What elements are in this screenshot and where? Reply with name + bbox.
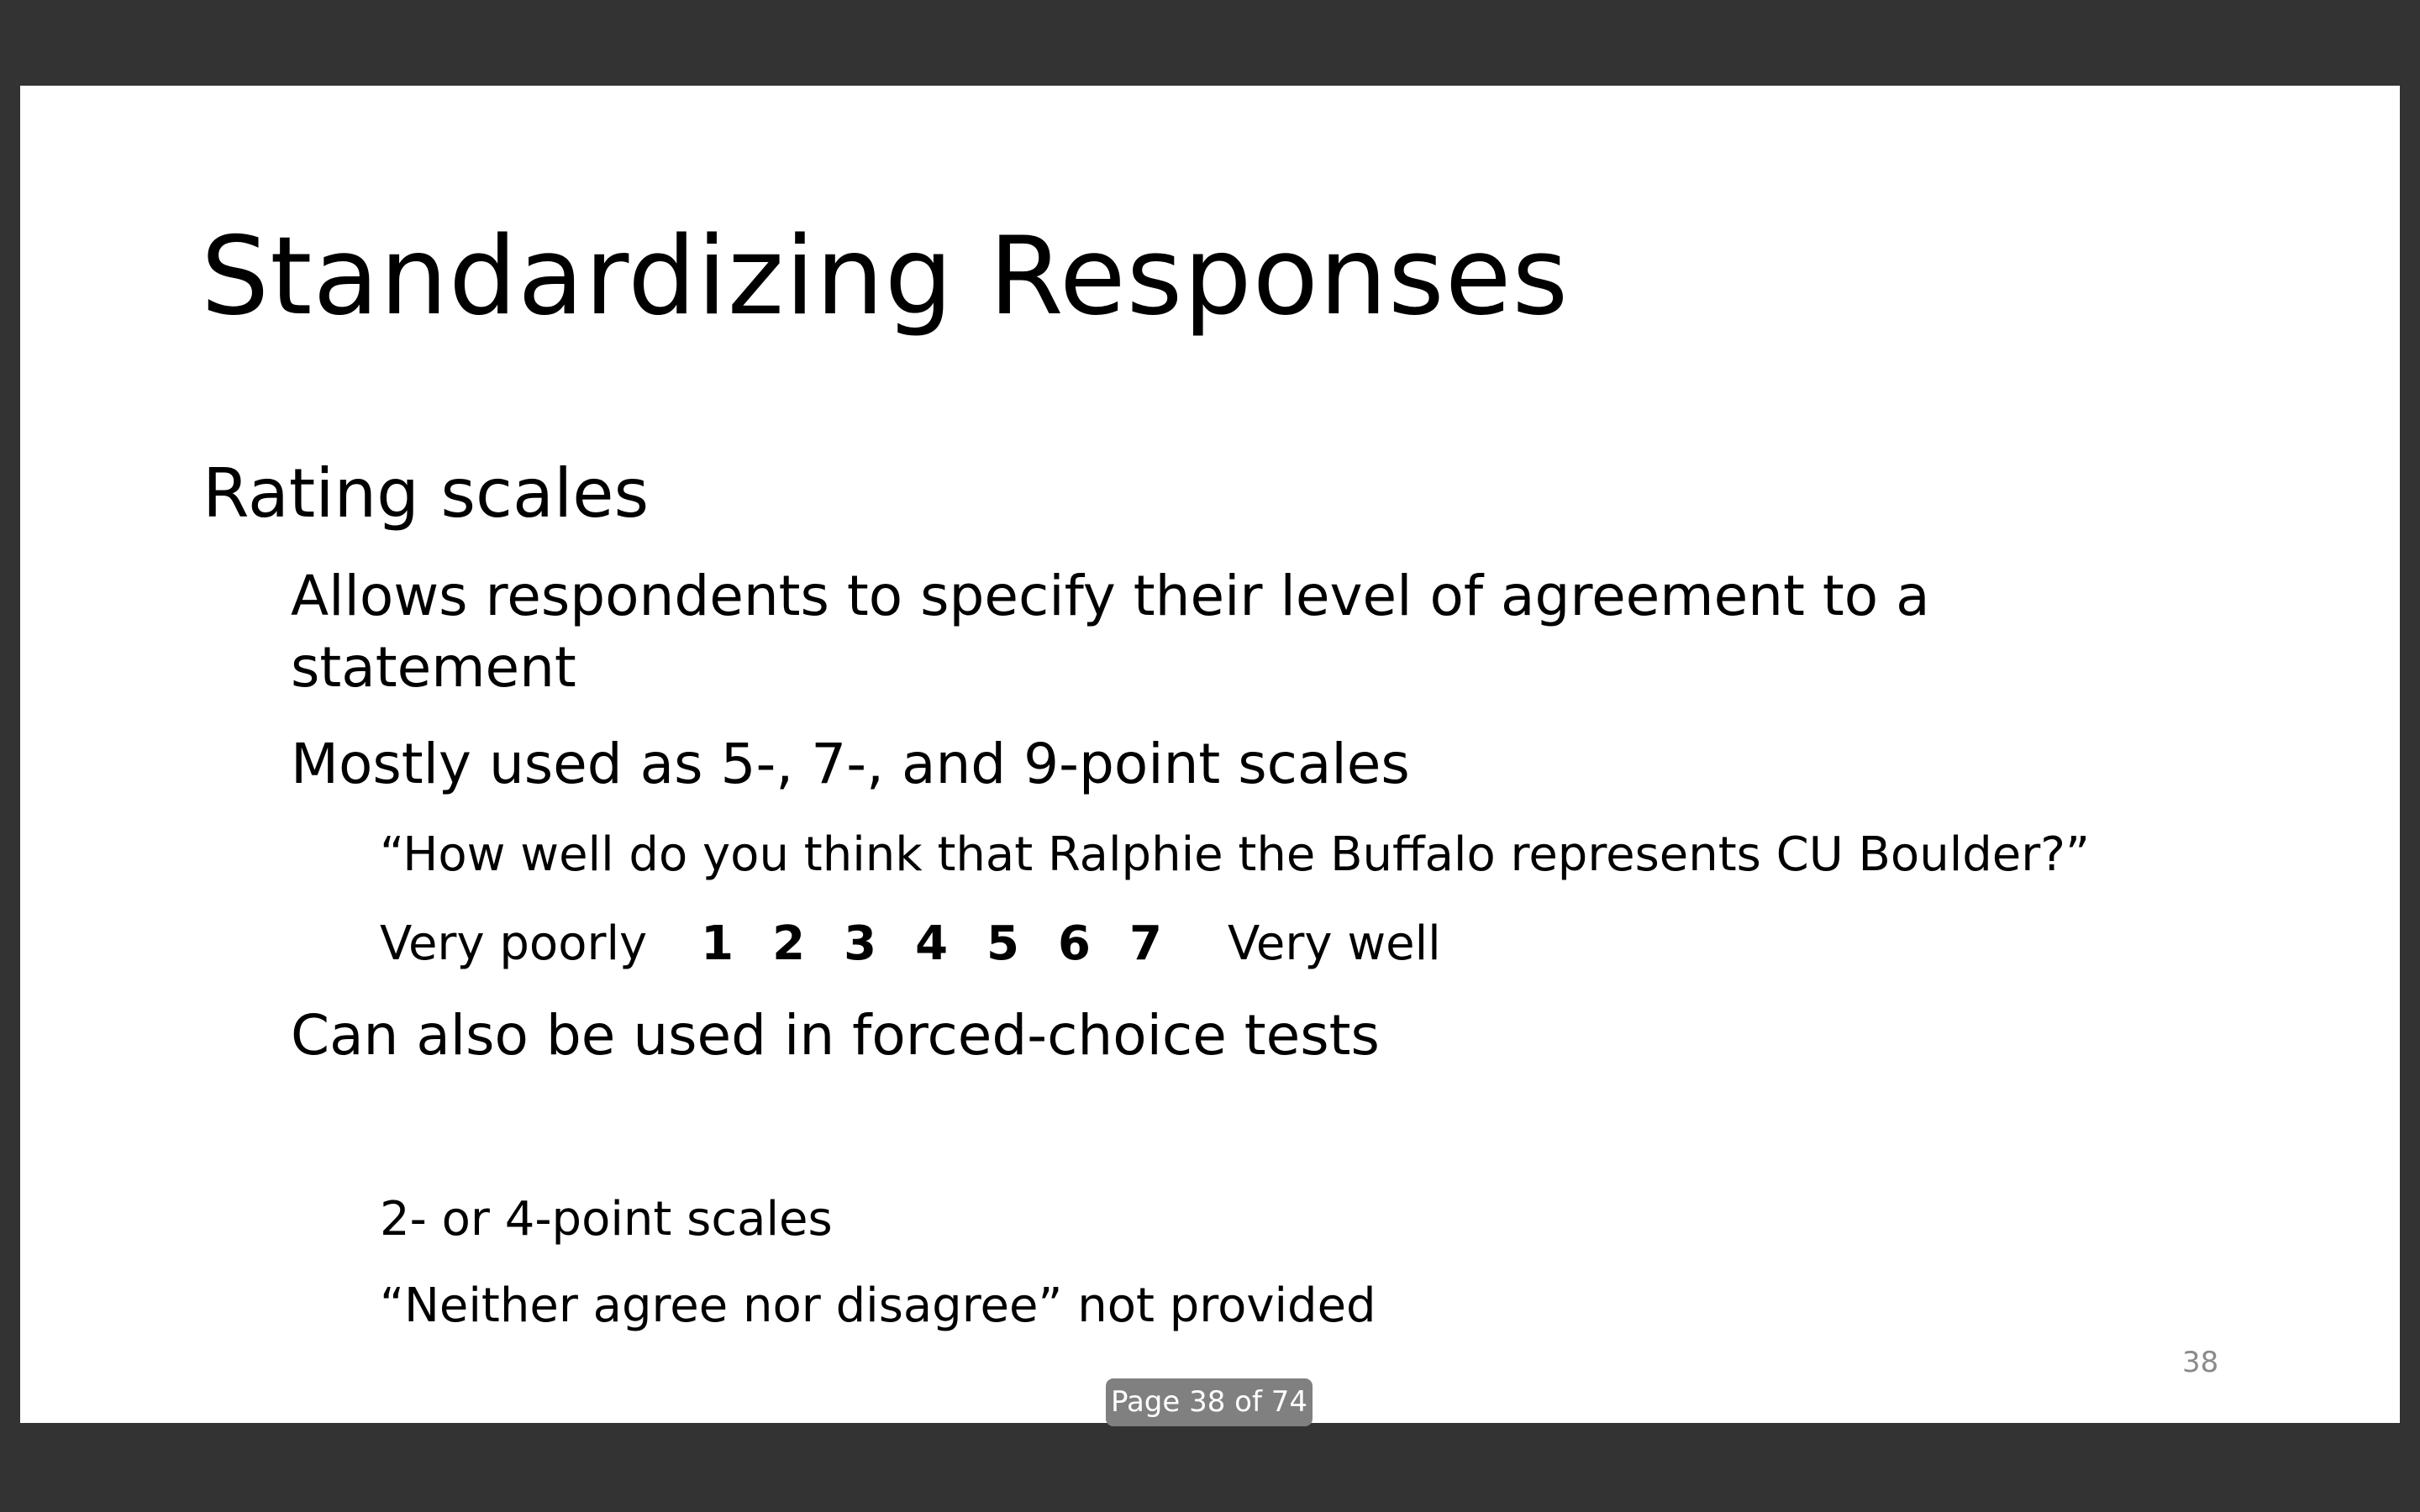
scale-point: 2 xyxy=(772,916,806,971)
slide-number: 38 xyxy=(2182,1346,2219,1379)
bullet-agreement-line2: statement xyxy=(291,635,576,700)
bullet-forced-choice: Can also be used in forced-choice tests xyxy=(291,1003,1380,1068)
scale-point: 5 xyxy=(986,916,1020,971)
scale-point: 7 xyxy=(1128,916,1162,971)
bullet-scale-usage: Mostly used as 5-, 7-, and 9-point scale… xyxy=(291,732,1410,796)
heading-rating-scales: Rating scales xyxy=(203,454,650,533)
slide-page: Standardizing Responses Rating scales Al… xyxy=(20,86,2400,1423)
neutral-option-note: “Neither agree nor disagree” not provide… xyxy=(380,1278,1376,1333)
scale-point: 6 xyxy=(1058,916,1091,971)
page-indicator: Page 38 of 74 xyxy=(1106,1378,1313,1426)
scale-point: 4 xyxy=(915,916,949,971)
forced-choice-points: 2- or 4-point scales xyxy=(380,1192,833,1247)
example-question: “How well do you think that Ralphie the … xyxy=(380,827,2091,882)
scale-point: 1 xyxy=(701,916,734,971)
slide-title: Standardizing Responses xyxy=(201,214,1570,339)
bullet-agreement-line1: Allows respondents to specify their leve… xyxy=(291,564,1930,628)
scale-low-label: Very poorly xyxy=(380,916,648,971)
document-viewer: Standardizing Responses Rating scales Al… xyxy=(0,0,2420,1512)
rating-scale-row: Very poorly 1 2 3 4 5 6 7 Very well xyxy=(380,921,1441,968)
scale-point: 3 xyxy=(844,916,877,971)
scale-high-label: Very well xyxy=(1227,916,1441,971)
